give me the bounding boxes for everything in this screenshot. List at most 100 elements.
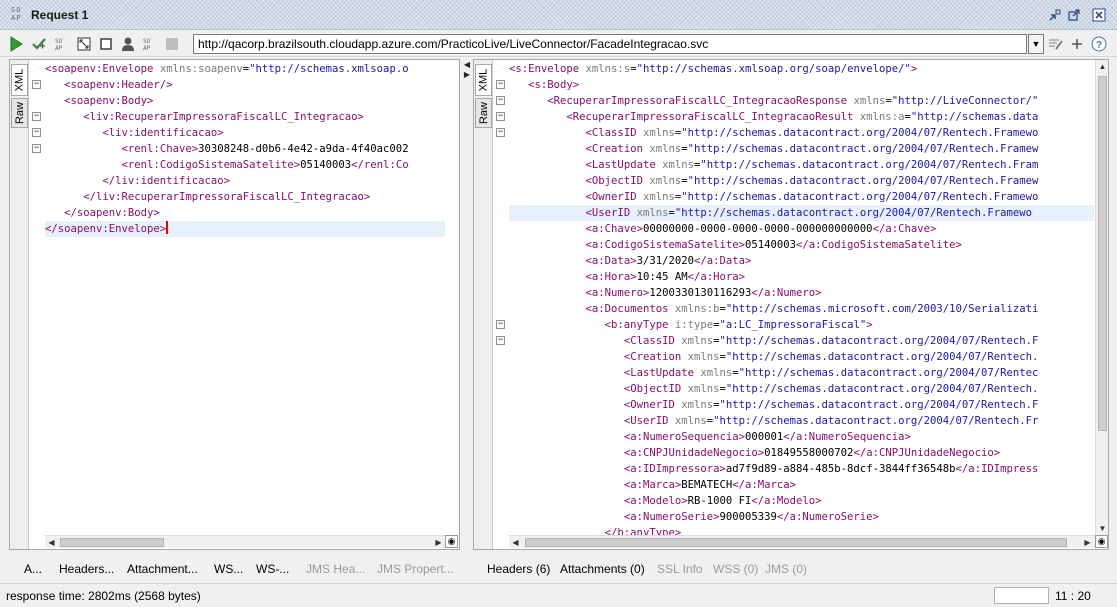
code-line: <renl:CodigoSistemaSatelite>05140003</re… (45, 157, 445, 173)
code-token: 10:45 AM (636, 271, 688, 283)
scroll-right-icon[interactable]: ▶ (432, 536, 445, 548)
bottom-tab[interactable]: JMS Propert... (377, 562, 454, 576)
svg-text:SO: SO (55, 38, 63, 45)
user-icon[interactable] (119, 35, 137, 53)
bottom-tab[interactable]: JMS (0) (765, 562, 807, 576)
fold-toggle-icon[interactable]: − (496, 96, 505, 105)
edit-endpoint-icon[interactable] (1047, 35, 1065, 53)
response-scroll-thumb[interactable] (525, 538, 1067, 547)
scroll-down-icon[interactable]: ▼ (1096, 522, 1109, 534)
bottom-tab[interactable]: WSS (0) (713, 562, 758, 576)
response-vscroll-thumb[interactable] (1098, 76, 1107, 431)
code-token: </a:CNPJUnidadeNegocio> (853, 447, 1001, 459)
code-token: <RecuperarImpressoraFiscalLC_IntegracaoR… (566, 111, 860, 123)
tab-response-xml[interactable]: XML (475, 64, 492, 96)
code-token: "http://schemas.xmlsoap.o (249, 63, 409, 75)
response-horizontal-scrollbar[interactable]: ◀ ▶ (509, 535, 1095, 548)
code-token: "http://schemas.datacontract.org/2004/07… (674, 207, 1033, 219)
code-token: </a:Modelo> (751, 495, 822, 507)
code-line: <a:CNPJUnidadeNegocio>01849558000702</a:… (509, 445, 1094, 461)
code-token: </a:NumeroSequencia> (783, 431, 911, 443)
minimize-icon[interactable] (1047, 7, 1063, 23)
code-token: <ClassID (623, 335, 682, 347)
code-token: <a:Modelo> (623, 495, 688, 507)
add-endpoint-icon[interactable] (1068, 35, 1086, 53)
endpoint-url-field[interactable]: http://qacorp.brazilsouth.cloudapp.azure… (193, 34, 1027, 54)
response-view-tabs: XML Raw (474, 60, 493, 549)
code-token: <s:Envelope (509, 63, 586, 75)
request-horizontal-scrollbar[interactable]: ◀ ▶ (45, 535, 446, 548)
code-line: <LastUpdate xmlns="http://schemas.dataco… (509, 157, 1094, 173)
fold-toggle-icon[interactable]: − (496, 112, 505, 121)
fold-toggle-icon[interactable]: − (32, 112, 41, 121)
code-line: <UserID xmlns="http://schemas.datacontra… (509, 413, 1094, 429)
bottom-tab[interactable]: Headers (6) (487, 562, 550, 576)
code-token: </soapenv:Envelope> (45, 223, 167, 235)
bottom-tab[interactable]: Attachment... (127, 562, 198, 576)
bottom-tab[interactable]: JMS Hea... (306, 562, 365, 576)
fold-toggle-icon[interactable]: − (496, 336, 505, 345)
fold-toggle-icon[interactable]: − (32, 144, 41, 153)
code-token: <liv:RecuperarImpressoraFiscalLC_Integra… (83, 111, 364, 123)
code-token: <b:anyType (604, 319, 675, 331)
tab-request-xml[interactable]: XML (11, 64, 28, 96)
collapse-right-icon[interactable]: ◀ (463, 61, 471, 69)
response-xml-editor[interactable]: <s:Envelope xmlns:s="http://schemas.xmls… (509, 61, 1094, 537)
text-caret (166, 221, 169, 234)
fullscreen-icon[interactable] (75, 35, 93, 53)
code-line: <ClassID xmlns="http://schemas.datacontr… (509, 125, 1094, 141)
fold-toggle-icon[interactable]: − (496, 80, 505, 89)
tab-request-raw[interactable]: Raw (11, 98, 28, 128)
code-token: </a:Data> (693, 255, 752, 267)
response-vertical-scrollbar[interactable]: ▲ ▼ (1095, 60, 1108, 535)
stop-icon[interactable] (97, 35, 115, 53)
ws-addressing-icon[interactable]: SO AP (141, 35, 159, 53)
zoom-icon[interactable]: ◉ (1095, 535, 1108, 548)
scroll-left-icon[interactable]: ◀ (509, 536, 522, 548)
bottom-tab[interactable]: SSL Info (657, 562, 703, 576)
code-token: xmlns (649, 175, 682, 187)
code-token: BEMATECH (681, 479, 733, 491)
request-xml-editor[interactable]: <soapenv:Envelope xmlns:soapenv="http://… (45, 61, 445, 537)
code-token: <a:NumeroSequencia> (623, 431, 745, 443)
help-icon[interactable]: ? (1090, 35, 1108, 53)
scroll-up-icon[interactable]: ▲ (1096, 60, 1109, 72)
bottom-tab[interactable]: A... (24, 562, 42, 576)
code-line: <soapenv:Header/> (45, 77, 445, 93)
fold-toggle-icon[interactable]: − (32, 128, 41, 137)
bottom-tab[interactable]: WS-... (256, 562, 289, 576)
ws-security-icon[interactable]: SO AP (53, 35, 71, 53)
request-toolbar: SO AP SO AP http://qacorp.brazilsouth.clou… (0, 31, 1117, 57)
bottom-tab[interactable]: WS... (214, 562, 243, 576)
code-token: "http://LiveConnector/" (891, 95, 1039, 107)
code-token: <UserID (623, 415, 675, 427)
bottom-tab[interactable]: Attachments (0) (560, 562, 645, 576)
fold-toggle-icon[interactable]: − (32, 80, 41, 89)
add-assertion-icon[interactable] (30, 35, 48, 53)
fold-toggle-icon[interactable]: − (496, 128, 505, 137)
fold-toggle-icon[interactable]: − (496, 320, 505, 329)
scroll-right-icon[interactable]: ▶ (1081, 536, 1094, 548)
endpoint-dropdown[interactable]: ▼ (1028, 34, 1044, 54)
code-token: <soapenv:Envelope (45, 63, 160, 75)
restore-icon[interactable] (1066, 7, 1082, 23)
svg-text:?: ? (1096, 40, 1102, 51)
zoom-icon[interactable]: ◉ (445, 535, 458, 548)
code-line: <renl:Chave>30308248-d0b6-4e42-a9da-4f40… (45, 141, 445, 157)
scroll-left-icon[interactable]: ◀ (45, 536, 58, 548)
bottom-tab[interactable]: Headers... (59, 562, 114, 576)
code-token: "http://schemas.datacontract.org/2004/07… (681, 127, 1039, 139)
close-icon[interactable] (1091, 7, 1107, 23)
run-icon[interactable] (7, 35, 25, 53)
code-line: <soapenv:Body> (45, 93, 445, 109)
request-scroll-thumb[interactable] (60, 538, 164, 547)
tab-response-raw[interactable]: Raw (475, 98, 492, 128)
panel-splitter[interactable]: ◀ ▶ (462, 59, 472, 550)
collapse-left-icon[interactable]: ▶ (463, 71, 471, 79)
